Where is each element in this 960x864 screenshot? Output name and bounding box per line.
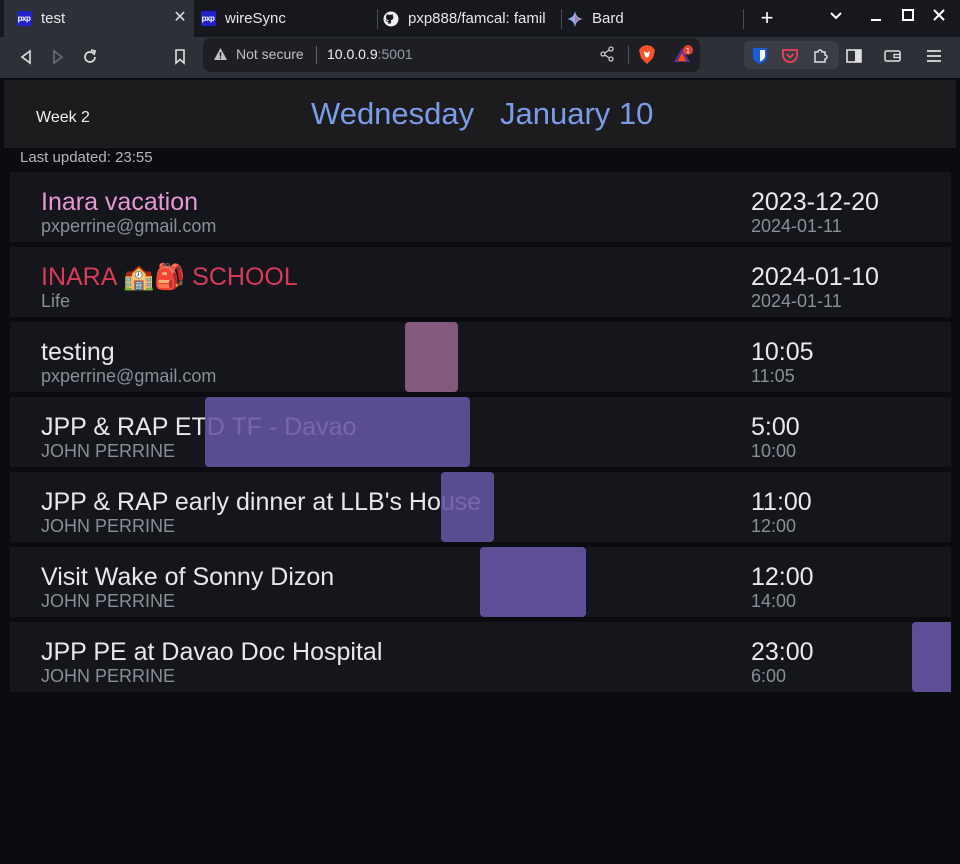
brave-shields-icon[interactable] <box>639 45 655 69</box>
forward-icon[interactable] <box>48 47 68 67</box>
event-end: 6:00 <box>751 666 787 686</box>
bard-sparkle-icon <box>567 10 583 27</box>
rewards-badge-count: 1 <box>686 47 690 55</box>
date-label: January 10 <box>500 96 654 131</box>
event-row[interactable]: JPP PE at Davao Doc Hospital JOHN PERRIN… <box>10 622 951 692</box>
tab-wiresync[interactable]: pxp wireSync <box>198 0 373 37</box>
minimize-window-icon[interactable] <box>866 8 886 28</box>
tab-title: pxp888/famcal: famil <box>408 10 546 27</box>
address-divider <box>628 46 629 64</box>
event-start: 23:00 <box>751 638 814 666</box>
event-title: JPP PE at Davao Doc Hospital <box>41 638 383 666</box>
tab-test[interactable]: pxp test ✕ <box>4 0 194 37</box>
timeline-bar <box>912 622 951 692</box>
extensions-group <box>744 41 839 69</box>
event-calendar: pxperrine@gmail.com <box>41 366 217 386</box>
pp-favicon-icon: pxp <box>200 11 216 27</box>
timeline-bar <box>205 397 470 467</box>
event-start: 5:00 <box>751 413 800 441</box>
event-end: 14:00 <box>751 591 797 611</box>
bitwarden-icon[interactable] <box>750 46 770 66</box>
tab-search-chevron-icon[interactable] <box>826 8 846 28</box>
reload-icon[interactable] <box>80 47 100 67</box>
tab-separator <box>561 9 562 29</box>
security-label[interactable]: Not secure <box>236 46 304 62</box>
event-end: 12:00 <box>751 516 797 536</box>
maximize-window-icon[interactable] <box>898 8 918 28</box>
brave-rewards-icon[interactable]: 1 <box>673 45 695 70</box>
close-window-icon[interactable] <box>929 8 949 28</box>
event-start: 10:05 <box>751 338 814 366</box>
event-calendar: JOHN PERRINE <box>41 666 176 686</box>
event-title: Inara vacation <box>41 188 199 216</box>
event-calendar: pxperrine@gmail.com <box>41 216 217 236</box>
event-calendar: Life <box>41 291 71 311</box>
warning-triangle-icon[interactable] <box>213 47 228 66</box>
wallet-icon[interactable] <box>882 46 902 66</box>
new-tab-button[interactable]: + <box>756 7 778 29</box>
event-start: 2024-01-10 <box>751 263 879 291</box>
event-start: 2023-12-20 <box>751 188 879 216</box>
tab-title: test <box>41 10 66 27</box>
github-icon <box>383 11 399 27</box>
current-date-heading: Wednesday January 10 <box>311 96 653 132</box>
event-title: Visit Wake of Sonny Dizon <box>41 563 335 591</box>
back-icon[interactable] <box>16 47 36 67</box>
tab-title: wireSync <box>225 10 286 27</box>
close-tab-icon[interactable]: ✕ <box>172 10 188 26</box>
event-title: testing <box>41 338 115 366</box>
sidebar-icon[interactable] <box>844 46 864 66</box>
tab-separator <box>377 9 378 29</box>
calendar-header: Week 2 Wednesday January 10 <box>4 80 956 148</box>
tab-separator <box>743 9 744 29</box>
week-label: Week 2 <box>36 109 90 126</box>
day-name: Wednesday <box>311 96 475 131</box>
bookmark-icon[interactable] <box>170 47 190 67</box>
address-bar[interactable]: Not secure 10.0.0.9:5001 1 <box>203 38 700 72</box>
pocket-icon[interactable] <box>780 46 800 66</box>
event-row[interactable]: Inara vacation pxperrine@gmail.com 2023-… <box>10 172 951 242</box>
last-updated-label: Last updated: 23:55 <box>20 149 153 166</box>
event-end: 11:05 <box>751 366 795 386</box>
url-text[interactable]: 10.0.0.9:5001 <box>327 46 413 62</box>
share-icon[interactable] <box>600 46 614 67</box>
event-calendar: JOHN PERRINE <box>41 441 176 461</box>
event-end: 2024-01-11 <box>751 291 842 311</box>
timeline-bar <box>405 322 458 392</box>
address-divider <box>316 46 317 64</box>
tab-title: Bard <box>592 10 624 27</box>
event-row[interactable]: INARA 🏫🎒 SCHOOL Life 2024-01-10 2024-01-… <box>10 247 951 317</box>
event-row[interactable]: testing pxperrine@gmail.com 10:05 11:05 <box>10 322 951 392</box>
event-start: 12:00 <box>751 563 814 591</box>
event-calendar: JOHN PERRINE <box>41 591 176 611</box>
event-start: 11:00 <box>751 488 812 516</box>
event-calendar: JOHN PERRINE <box>41 516 176 536</box>
event-end: 10:00 <box>751 441 797 461</box>
extensions-puzzle-icon[interactable] <box>810 46 830 66</box>
pp-favicon-icon: pxp <box>16 11 32 27</box>
tab-github[interactable]: pxp888/famcal: famil <box>383 0 555 37</box>
browser-tab-bar: pxp test ✕ pxp wireSync pxp888/famcal: f… <box>0 0 960 37</box>
event-title: INARA 🏫🎒 SCHOOL <box>41 263 298 291</box>
tab-bard[interactable]: Bard <box>567 0 737 37</box>
event-end: 2024-01-11 <box>751 216 842 236</box>
event-title: JPP & RAP early dinner at LLB's House <box>41 488 482 516</box>
timeline-bar <box>480 547 586 617</box>
timeline-bar <box>441 472 494 542</box>
menu-hamburger-icon[interactable] <box>924 46 944 66</box>
event-row[interactable]: JPP & RAP ETD TF - Davao JOHN PERRINE 5:… <box>10 397 951 467</box>
